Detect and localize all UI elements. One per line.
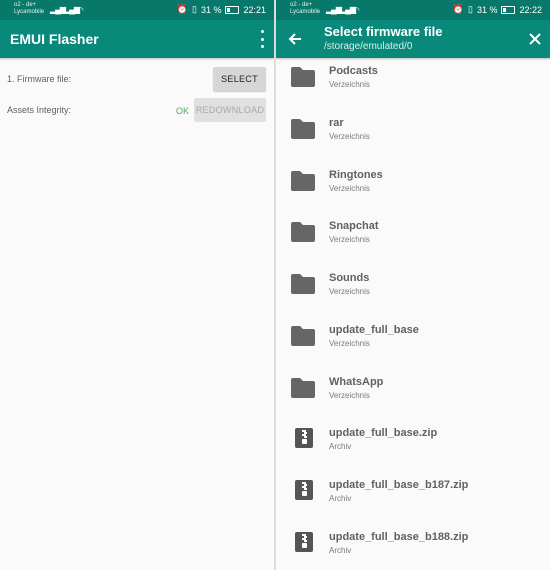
close-icon[interactable] (528, 32, 542, 46)
select-button[interactable]: SELECT (213, 67, 266, 91)
file-picker-screen: o2 - de+ Lycamobile ▂▄▆ ▂▄▆ ◠ ⏰ ▯ 31 % 2… (276, 0, 550, 570)
status-bar: o2 - de+ Lycamobile ▂▄▆ ▂▄▆ ◠ ⏰ ▯ 31 % 2… (276, 0, 550, 20)
file-type: Verzeichnis (329, 390, 370, 400)
folder-icon (290, 325, 316, 347)
file-type: Verzeichnis (329, 287, 370, 296)
alarm-icon: ⏰ (176, 4, 188, 14)
file-name: update_full_base (329, 323, 419, 336)
vibrate-icon: ▯ (468, 4, 473, 14)
status-bar: o2 - de+ Lycamobile ▂▄▆ ▂▄▆ ◠ ⏰ ▯ 31 % 2… (0, 0, 274, 20)
signal-icon: ▂▄▆ (326, 5, 342, 14)
folder-icon (290, 221, 316, 243)
file-name: rar (329, 116, 344, 129)
file-list-item[interactable]: Sounds Verzeichnis (276, 265, 550, 317)
clock: 22:22 (519, 4, 542, 15)
firmware-file-label: 1. Firmware file: (7, 74, 72, 84)
folder-icon (290, 273, 316, 295)
wifi-icon: ◠ (352, 5, 360, 15)
back-arrow-icon[interactable] (288, 32, 302, 46)
carrier-label: o2 - de+ Lycamobile (14, 2, 45, 15)
file-list-item[interactable]: Podcasts Verzeichnis (276, 58, 550, 110)
current-path: /storage/emulated/0 (324, 41, 413, 52)
file-list-item[interactable]: update_full_base Verzeichnis (276, 317, 550, 369)
status-icons: ⏰ ▯ 31 % 22:21 (177, 4, 266, 15)
file-name: update_full_base.zip (329, 427, 438, 440)
assets-integrity-row: Assets Integrity: OK REDOWNLOAD (0, 98, 274, 124)
file-type: Archiv (329, 494, 352, 503)
battery-icon (225, 5, 240, 14)
file-name: WhatsApp (329, 375, 384, 388)
wifi-icon: ◠ (76, 5, 84, 15)
carrier-label: o2 - de+ Lycamobile (290, 2, 321, 15)
battery-icon (501, 5, 516, 14)
file-name: Podcasts (329, 65, 378, 77)
vibrate-icon: ▯ (192, 4, 197, 14)
emui-flasher-screen: o2 - de+ Lycamobile ▂▄▆ ▂▄▆ ◠ ⏰ ▯ 31 % 2… (0, 0, 274, 570)
file-list-item[interactable]: WhatsApp Verzeichnis (276, 369, 550, 421)
folder-icon (290, 66, 316, 88)
file-list-item[interactable]: update_full_base_b187.zip Archiv (276, 472, 550, 524)
alarm-icon: ⏰ (452, 4, 464, 14)
file-list-item[interactable]: update_full_base.zip Archiv (276, 420, 550, 472)
folder-icon (290, 118, 316, 140)
file-type: Archiv (329, 545, 352, 555)
battery-percent: 31 % (476, 4, 498, 15)
archive-icon (295, 480, 313, 500)
file-name: Snapchat (329, 220, 379, 233)
app-title: EMUI Flasher (10, 31, 99, 47)
file-type: Verzeichnis (329, 338, 370, 348)
assets-integrity-label: Assets Integrity: (7, 105, 72, 115)
file-list-item[interactable]: Snapchat Verzeichnis (276, 213, 550, 265)
file-name: Sounds (329, 272, 370, 284)
file-list: Podcasts Verzeichnis rar Verzeichnis Rington… (276, 58, 550, 570)
folder-icon (290, 170, 316, 192)
app-bar: EMUI Flasher (0, 20, 274, 58)
file-list-item[interactable]: Ringtones Verzeichnis (276, 162, 550, 214)
picker-app-bar: Select firmware file /storage/emulated/0 (276, 20, 550, 58)
file-type: Archiv (329, 442, 352, 452)
file-type: Verzeichnis (329, 235, 370, 245)
picker-title: Select firmware file (324, 24, 443, 39)
status-icons: ⏰ ▯ 31 % 22:22 (453, 4, 542, 15)
overflow-menu-icon[interactable] (258, 30, 266, 48)
file-name: update_full_base_b188.zip (329, 530, 469, 543)
archive-icon (295, 531, 313, 552)
file-type: Verzeichnis (329, 131, 370, 141)
file-name: update_full_base_b187.zip (329, 479, 469, 491)
file-list-item[interactable]: update_full_base_b188.zip Archiv (276, 524, 550, 570)
file-list-item[interactable]: rar Verzeichnis (276, 110, 550, 162)
firmware-file-row: 1. Firmware file: SELECT (0, 67, 274, 93)
redownload-button[interactable]: REDOWNLOAD (194, 98, 266, 122)
file-type: Verzeichnis (329, 80, 370, 89)
battery-percent: 31 % (200, 4, 222, 15)
archive-icon (295, 428, 313, 449)
file-name: Ringtones (329, 168, 383, 181)
clock: 22:21 (243, 4, 266, 15)
integrity-status: OK (176, 106, 190, 116)
file-type: Verzeichnis (329, 183, 370, 193)
folder-icon (290, 377, 316, 399)
signal-icon: ▂▄▆ (50, 5, 66, 14)
